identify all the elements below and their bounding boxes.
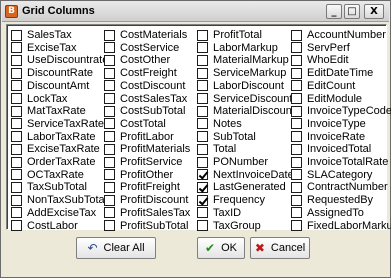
column-option[interactable]: CostLabor [11, 218, 78, 234]
column-option[interactable]: TaxGroup [197, 218, 261, 234]
maximize-button[interactable]: □ [344, 4, 360, 19]
x-mark-icon: ✖ [254, 241, 265, 255]
minimize-button[interactable]: _ [326, 4, 342, 19]
ok-button[interactable]: ✔ OK [197, 237, 245, 259]
checkbox[interactable] [104, 220, 115, 231]
undo-arrow-icon: ↶ [87, 241, 98, 255]
title-bar[interactable]: B Grid Columns _ □ X [2, 2, 389, 22]
app-icon: B [5, 5, 18, 18]
grid-columns-dialog: B Grid Columns _ □ X SalesTax ExciseTax Us… [0, 0, 391, 278]
ok-label: OK [221, 242, 237, 254]
column-checkbox-grid: SalesTax ExciseTax UseDiscountrate Discount… [6, 24, 391, 232]
cancel-label: Cancel [270, 242, 306, 254]
checkbox-label: CostLabor [27, 219, 78, 232]
checkbox-label: ProfitSubTotal [120, 219, 189, 232]
window-title: Grid Columns [22, 5, 95, 17]
column-option[interactable]: FixedLaborMarkup [291, 218, 391, 234]
cancel-button[interactable]: ✖ Cancel [250, 237, 310, 259]
close-button[interactable]: X [364, 4, 384, 19]
checkbox[interactable] [11, 220, 22, 231]
checkbox[interactable] [291, 220, 302, 231]
column-option[interactable]: ProfitSubTotal [104, 218, 188, 234]
checkbox[interactable] [197, 220, 208, 231]
clear-all-button[interactable]: ↶ Clear All [76, 237, 156, 259]
checkmark-icon: ✔ [205, 241, 216, 255]
checkbox-label: FixedLaborMarkup [307, 219, 391, 232]
checkbox-label: TaxGroup [213, 219, 261, 232]
clear-all-label: Clear All [103, 242, 145, 254]
